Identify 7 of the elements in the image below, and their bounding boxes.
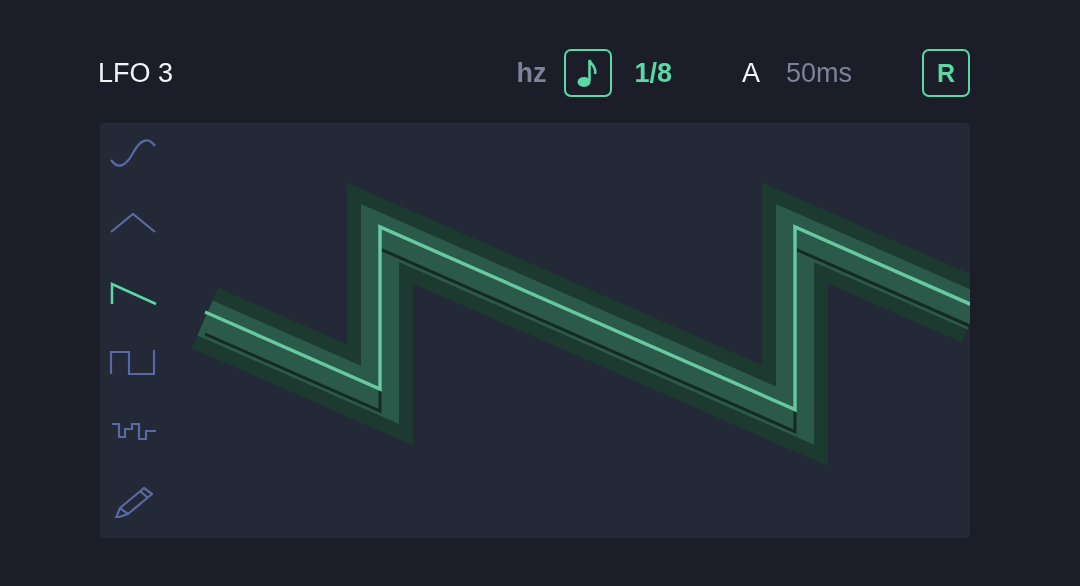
hz-label: hz [516, 57, 547, 89]
attack-value[interactable]: 50ms [785, 57, 852, 89]
tempo-sync-button[interactable] [564, 49, 613, 97]
lfo-title: LFO 3 [98, 57, 174, 89]
retrigger-button[interactable]: R [922, 49, 970, 97]
rate-value[interactable]: 1/8 [634, 57, 672, 89]
attack-label: A [741, 57, 760, 89]
